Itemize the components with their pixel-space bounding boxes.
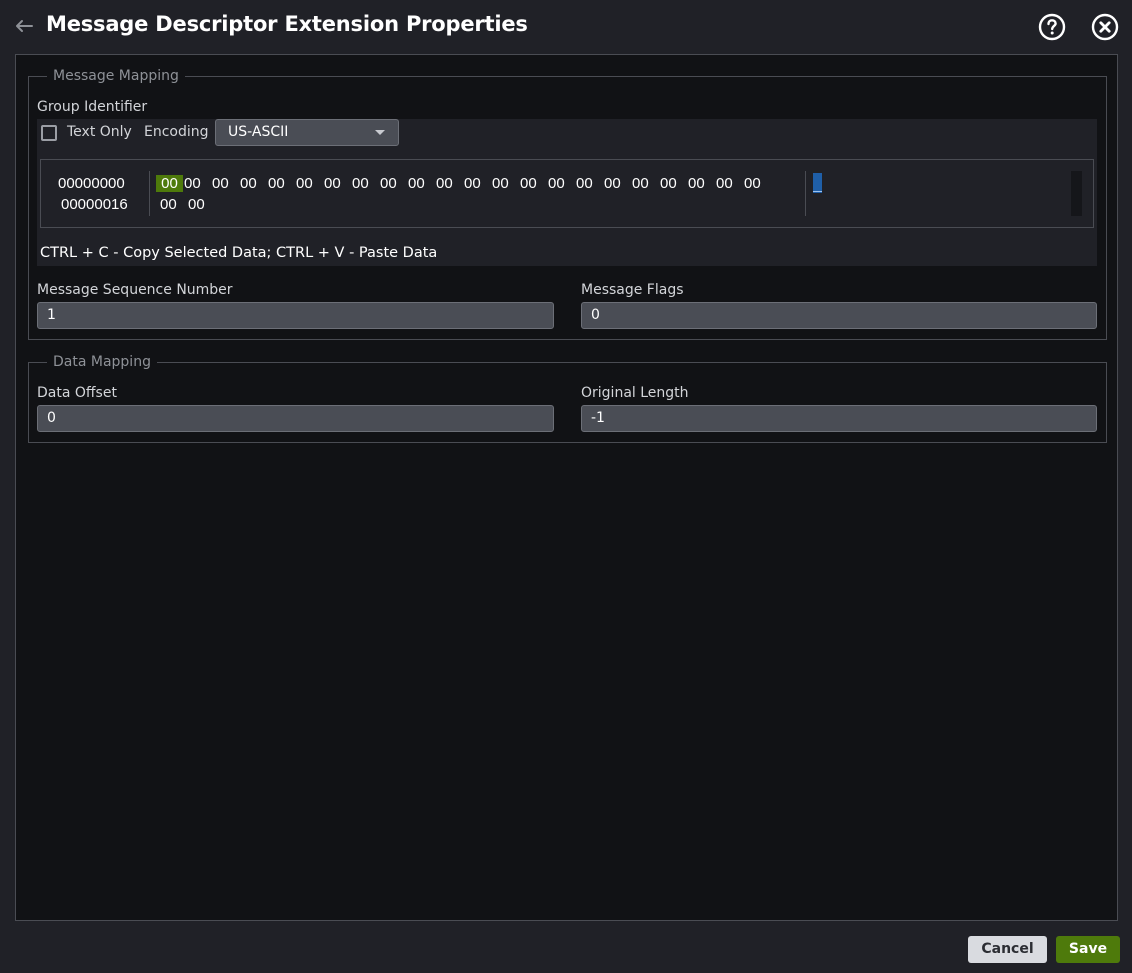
sequence-number-label: Message Sequence Number (37, 282, 233, 298)
hex-byte[interactable]: 00 (688, 175, 716, 192)
hex-row: 00 00 00 00 00 00 00 00 00 00 00 00 00 00 00 00 00 00 00 00… (156, 175, 772, 192)
hex-byte[interactable]: 00 (492, 175, 520, 192)
message-mapping-legend: Message Mapping (53, 68, 179, 84)
message-flags-label: Message Flags (581, 282, 684, 298)
clipboard-hint: CTRL + C - Copy Selected Data; CTRL + V … (40, 245, 438, 261)
hex-byte[interactable]: 00 (632, 175, 660, 192)
ascii-cursor (813, 173, 822, 193)
page-title: Message Descriptor Extension Properties (46, 12, 528, 36)
data-offset-input[interactable]: 0 (37, 405, 554, 432)
text-only-checkbox[interactable] (41, 125, 57, 141)
hex-byte[interactable]: 00 (520, 175, 548, 192)
question-circle-icon[interactable] (1038, 13, 1066, 41)
arrow-left-icon[interactable] (12, 14, 36, 38)
dialog-header: Message Descriptor Extension Properties (0, 0, 1132, 54)
hex-offset: 00000016 (61, 196, 128, 213)
ascii-cursor-underline (813, 191, 822, 192)
ascii-divider (805, 171, 806, 216)
hex-byte[interactable]: 00 (464, 175, 492, 192)
encoding-select[interactable]: US-ASCII (215, 119, 399, 146)
text-only-label: Text Only (67, 124, 132, 140)
hex-offset: 00000000 (58, 175, 125, 192)
group-identifier-editor: Text Only Encoding US-ASCII 00000000 000… (37, 119, 1097, 266)
hex-byte[interactable]: 00 (324, 175, 352, 192)
message-flags-input[interactable]: 0 (581, 302, 1097, 329)
original-length-label: Original Length (581, 385, 689, 401)
caret-down-icon (375, 130, 385, 135)
data-mapping-legend: Data Mapping (53, 354, 151, 370)
hex-byte[interactable]: 00 (604, 175, 632, 192)
properties-panel: Message Mapping Group Identifier Text On… (15, 54, 1118, 921)
hex-byte[interactable]: 00 (548, 175, 576, 192)
hex-byte[interactable]: 00 (188, 196, 216, 213)
hex-byte[interactable]: 00 (744, 175, 772, 192)
group-identifier-label: Group Identifier (37, 99, 148, 115)
hex-byte[interactable]: 00 (352, 175, 380, 192)
close-circle-icon[interactable] (1091, 13, 1119, 41)
hex-editor[interactable]: 00000000 00000016 00 00 00 00 00 00 00 00 00 00 00… (40, 159, 1094, 228)
hex-row: 00 00 (160, 196, 216, 213)
hex-byte[interactable]: 00 (576, 175, 604, 192)
hex-byte[interactable]: 00 (212, 175, 240, 192)
hex-byte[interactable]: 00 (380, 175, 408, 192)
hex-byte[interactable]: 00 (436, 175, 464, 192)
hex-byte[interactable]: 00 (184, 175, 212, 192)
hex-byte[interactable]: 00 (160, 196, 188, 213)
hex-byte[interactable]: 00 (240, 175, 268, 192)
encoding-value: US-ASCII (228, 124, 289, 140)
hex-divider (149, 171, 150, 216)
encoding-label: Encoding (144, 124, 209, 140)
hex-scrollbar[interactable] (1071, 171, 1082, 216)
hex-byte[interactable]: 00 (268, 175, 296, 192)
hex-byte[interactable]: 00 (296, 175, 324, 192)
hex-byte[interactable]: 00 (716, 175, 744, 192)
original-length-input[interactable]: -1 (581, 405, 1097, 432)
save-button[interactable]: Save (1056, 936, 1120, 963)
cancel-button[interactable]: Cancel (968, 936, 1047, 963)
hex-byte[interactable]: 00 (660, 175, 688, 192)
data-offset-label: Data Offset (37, 385, 117, 401)
sequence-number-input[interactable]: 1 (37, 302, 554, 329)
hex-byte[interactable]: 00 (408, 175, 436, 192)
hex-byte[interactable]: 00 (156, 175, 183, 192)
